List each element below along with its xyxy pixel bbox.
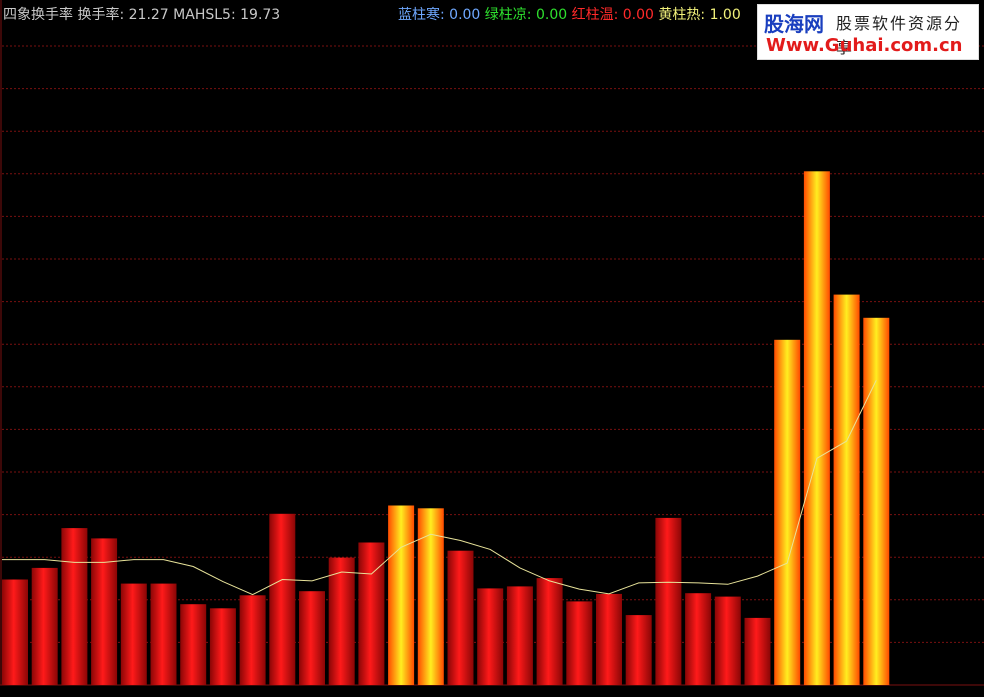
warm-bar	[328, 557, 355, 685]
warm-bar	[61, 528, 88, 685]
warm-bar	[596, 593, 622, 685]
indicator-name: 四象换手率	[3, 7, 73, 23]
bars-group	[2, 171, 890, 686]
warm-bar	[744, 617, 771, 685]
series-value: 21.27	[128, 7, 169, 23]
series-label: 换手率:	[77, 7, 125, 23]
warm-bar	[91, 538, 118, 685]
warm-bar	[358, 542, 385, 685]
blue-label: 蓝柱寒:	[398, 7, 445, 23]
warm-bar	[655, 517, 682, 685]
green-value: 0.00	[535, 7, 568, 23]
warm-bar	[477, 588, 504, 685]
warm-bar	[150, 583, 177, 685]
warm-bar	[120, 583, 147, 685]
turnover-chart	[0, 0, 984, 686]
hot-bar	[774, 339, 801, 685]
ma-value: 19.73	[240, 7, 281, 23]
hot-bar	[833, 294, 860, 685]
warm-bar	[209, 608, 236, 685]
warm-bar	[566, 601, 593, 685]
yellow-label: 黄柱热:	[658, 7, 706, 23]
hot-bar	[803, 171, 830, 686]
warm-bar	[447, 550, 474, 685]
warm-bar	[180, 604, 207, 685]
header-right: 蓝柱寒: 0.00 绿柱凉: 0.00 红柱温: 0.00 黄柱热: 1.00	[398, 4, 741, 24]
hot-bar	[388, 505, 415, 685]
blue-value: 0.00	[449, 7, 481, 23]
warm-bar	[299, 591, 325, 685]
warm-bar	[625, 615, 652, 685]
warm-bar	[714, 596, 741, 685]
red-value: 0.00	[622, 7, 654, 23]
green-label: 绿柱凉:	[484, 7, 532, 23]
hot-bar	[863, 317, 890, 685]
warm-bar	[31, 567, 58, 685]
red-label: 红柱温:	[571, 7, 619, 23]
yellow-value: 1.00	[709, 7, 741, 23]
watermark-logo: 股海网 股票软件资源分享 Www.Guhai.com.cn	[757, 4, 979, 60]
watermark-url: Www.Guhai.com.cn	[766, 35, 963, 56]
warm-bar	[536, 578, 563, 685]
warm-bar	[506, 586, 533, 685]
warm-bar	[239, 595, 266, 685]
watermark-brand: 股海网	[764, 12, 824, 36]
warm-bar	[2, 579, 28, 685]
header-left: 四象换手率 换手率: 21.27 MAHSL5: 19.73	[3, 4, 280, 24]
ma-label: MAHSL5:	[173, 7, 236, 23]
warm-bar	[269, 513, 296, 686]
warm-bar	[685, 593, 712, 685]
